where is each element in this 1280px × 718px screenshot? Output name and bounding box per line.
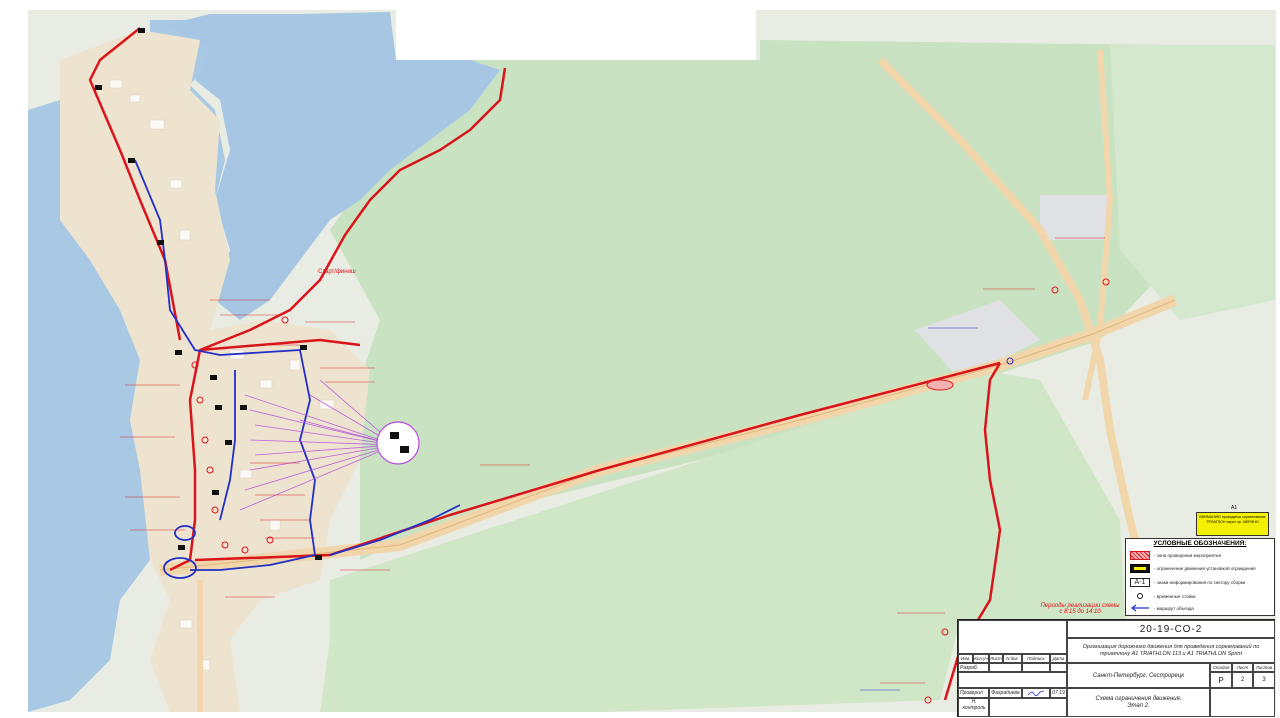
col-sign: Подпись: [1022, 654, 1050, 663]
legend-item-sign: A-1 - знаки информирования по сектору сб…: [1130, 576, 1272, 588]
legend-item-detour: - маршрут объезда: [1130, 602, 1272, 614]
role-developed: Разраб.: [958, 663, 989, 672]
role-control: Н. контроль: [958, 698, 989, 717]
legend-item-post: - временные стойки: [1130, 590, 1272, 602]
barrier-icon: [1130, 563, 1150, 573]
legend-item-barrier: - ограничение движения установкой огражд…: [1130, 562, 1272, 574]
hatch-icon: [1130, 550, 1150, 560]
warning-sign: ВНИМАНИЕ! проводится соревнование ТРИАТЛ…: [1196, 512, 1269, 536]
legend-title: УСЛОВНЫЕ ОБОЗНАЧЕНИЯ:: [1153, 540, 1247, 547]
sign-cluster-circle: [376, 421, 420, 465]
signature-icon: [1022, 688, 1050, 698]
col-ndok: N док.: [1003, 654, 1022, 663]
col-list: Лист: [989, 654, 1003, 663]
checker-name: Фахрадиева: [989, 688, 1022, 698]
warning-sign-id: A1: [1231, 505, 1238, 511]
sheet-value: 2: [1232, 672, 1253, 688]
start-finish-label: Старт/финиш: [318, 269, 356, 275]
col-izm: Изм.: [958, 654, 973, 663]
post-dot-icon: [1130, 592, 1150, 601]
location: Санкт-Петербург, Сестрорецк: [1067, 663, 1210, 688]
map-legend: УСЛОВНЫЕ ОБОЗНАЧЕНИЯ: - зона проведения …: [1125, 538, 1275, 616]
industrial-block: [1040, 195, 1110, 240]
project-title: Организация дорожного движения для прове…: [1067, 638, 1275, 663]
col-kol: Кол.уч: [973, 654, 989, 663]
detour-arrow-icon: [1130, 604, 1150, 613]
title-block: 20-19-СО-2 Организация дорожного движени…: [957, 619, 1275, 717]
stage-label: Стадия: [1210, 663, 1232, 672]
sheets-label: Листов: [1253, 663, 1275, 672]
sheets-value: 3: [1253, 672, 1275, 688]
legend-item-event-zone: - зона проведения мероприятия: [1130, 549, 1272, 561]
sheet-title: Схема ограничения движения. Этап 2.: [1067, 688, 1210, 717]
date-value: 07.19: [1050, 688, 1067, 698]
doc-code: 20-19-СО-2: [1067, 620, 1275, 638]
blank-area: [396, 10, 756, 60]
col-date: Дата: [1050, 654, 1067, 663]
sign-icon: A-1: [1130, 577, 1150, 587]
sheet-label: Лист: [1232, 663, 1253, 672]
role-checked: Проверил: [958, 688, 989, 698]
stage-value: Р: [1210, 672, 1232, 688]
schedule-note: Периоды реализации схемы с 8:15 до 14:10: [1040, 603, 1120, 615]
